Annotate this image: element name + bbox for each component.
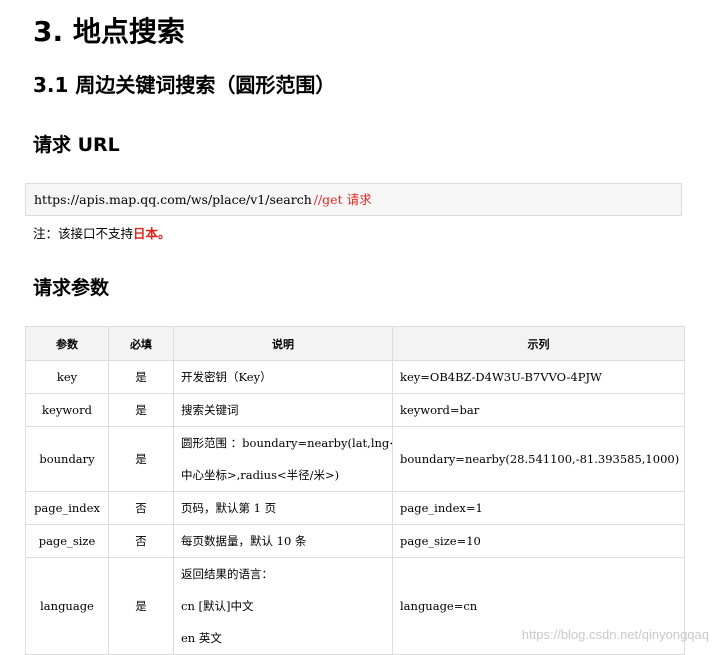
desc-line: 返回结果的语言：	[181, 567, 273, 581]
header-required: 必填	[108, 326, 174, 361]
cell-description: 返回结果的语言： cn [默认]中文 en 英文	[173, 557, 393, 655]
desc-line: 搜索关键词	[181, 403, 239, 417]
note-text: 注：该接口不支持日本。	[33, 224, 171, 244]
desc-line: 开发密钥（Key）	[181, 370, 272, 384]
cell-param: page_size	[25, 524, 109, 558]
cell-param: page_index	[25, 491, 109, 525]
cell-param: language	[25, 557, 109, 655]
cell-required: 是	[108, 426, 174, 492]
cell-required: 否	[108, 524, 174, 558]
watermark: https://blog.csdn.net/qinyongqaq	[521, 627, 709, 642]
header-description: 说明	[173, 326, 393, 361]
cell-description: 搜索关键词	[173, 393, 393, 427]
cell-description: 页码，默认第 1 页	[173, 491, 393, 525]
cell-required: 是	[108, 393, 174, 427]
table-row: page_size 否 每页数据量，默认 10 条 page_size=10	[25, 524, 685, 558]
cell-description: 开发密钥（Key）	[173, 360, 393, 394]
request-url-heading: 请求 URL	[33, 134, 120, 156]
cell-param: boundary	[25, 426, 109, 492]
cell-description: 每页数据量，默认 10 条	[173, 524, 393, 558]
cell-required: 是	[108, 557, 174, 655]
desc-line: 圆形范围 ：boundary=nearby(lat,lng<	[181, 436, 393, 450]
cell-example: key=OB4BZ-D4W3U-B7VVO-4PJW	[392, 360, 685, 394]
cell-required: 是	[108, 360, 174, 394]
table-row: keyword 是 搜索关键词 keyword=bar	[25, 393, 685, 427]
desc-line: 每页数据量，默认 10 条	[181, 534, 307, 548]
cell-example: page_index=1	[392, 491, 685, 525]
request-url-code-block: https://apis.map.qq.com/ws/place/v1/sear…	[25, 183, 682, 216]
cell-description: 圆形范围 ：boundary=nearby(lat,lng< 中心坐标>,rad…	[173, 426, 393, 492]
cell-required: 否	[108, 491, 174, 525]
request-params-heading: 请求参数	[33, 277, 110, 299]
table-row: page_index 否 页码，默认第 1 页 page_index=1	[25, 491, 685, 525]
cell-param: keyword	[25, 393, 109, 427]
request-url-text[interactable]: https://apis.map.qq.com/ws/place/v1/sear…	[34, 192, 312, 207]
section-subtitle: 3.1 周边关键词搜索（圆形范围）	[33, 73, 336, 97]
desc-line: 页码，默认第 1 页	[181, 501, 277, 515]
desc-line: 中心坐标>,radius<半径/米>)	[181, 468, 340, 482]
table-row: key 是 开发密钥（Key） key=OB4BZ-D4W3U-B7VVO-4P…	[25, 360, 685, 394]
note-highlight: 日本。	[133, 226, 171, 241]
note-prefix: 注：该接口不支持	[33, 226, 134, 241]
cell-param: key	[25, 360, 109, 394]
cell-example: keyword=bar	[392, 393, 685, 427]
cell-example: boundary=nearby(28.541100,-81.393585,100…	[392, 426, 685, 492]
request-url-comment: //get 请求	[313, 192, 372, 207]
cell-example: page_size=10	[392, 524, 685, 558]
header-param: 参数	[25, 326, 109, 361]
page-title: 3. 地点搜索	[33, 15, 185, 48]
params-table: 参数 必填 说明 示列 key 是 开发密钥（Key） key=OB4BZ-D4…	[25, 326, 685, 655]
desc-line: en 英文	[181, 631, 222, 645]
table-header-row: 参数 必填 说明 示列	[25, 326, 685, 361]
table-row: boundary 是 圆形范围 ：boundary=nearby(lat,lng…	[25, 426, 685, 492]
header-example: 示列	[392, 326, 685, 361]
desc-line: cn [默认]中文	[181, 599, 254, 613]
